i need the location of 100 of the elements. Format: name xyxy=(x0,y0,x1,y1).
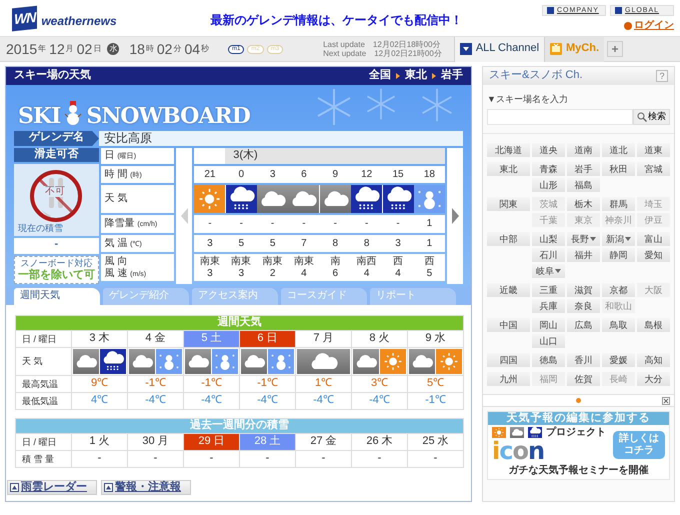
row-label: 日 / 曜日 xyxy=(16,433,72,450)
temperature-value: 3 xyxy=(207,238,213,250)
area-button[interactable]: 静岡 xyxy=(602,248,635,262)
breadcrumb-link[interactable]: 東北 xyxy=(405,69,427,83)
area-button[interactable]: 岡山 xyxy=(532,318,565,332)
wind-direction: 西 xyxy=(424,256,434,268)
sign-text: 不可 xyxy=(44,186,66,197)
area-button[interactable]: 島根 xyxy=(636,318,670,332)
max-temperature: 3℃ xyxy=(352,375,408,392)
region-button[interactable]: 九州 xyxy=(487,372,530,386)
area-button[interactable]: 道東 xyxy=(636,142,670,157)
max-temperature: -1℃ xyxy=(240,375,296,392)
area-button[interactable]: 京都 xyxy=(602,282,635,297)
area-button[interactable]: 鳥取 xyxy=(602,318,635,332)
logo-mark[interactable]: WN xyxy=(12,5,38,31)
breadcrumb-link[interactable]: 岩手 xyxy=(441,69,463,83)
date-cell: 28 土 xyxy=(240,433,296,450)
snowfall-value: - xyxy=(240,218,243,230)
snowfall-value: - xyxy=(270,218,274,230)
bottom-link[interactable]: 雨雲レーダー xyxy=(7,480,97,495)
temperature-value: 5 xyxy=(270,238,276,250)
area-button[interactable]: 香川 xyxy=(566,352,600,367)
area-button[interactable]: 栃木 xyxy=(566,196,600,211)
area-button[interactable]: 道北 xyxy=(602,142,635,157)
region-button[interactable]: 関東 xyxy=(487,196,530,211)
square-icon xyxy=(547,6,554,14)
area-button[interactable]: 愛知 xyxy=(636,248,670,262)
min-temperature: -4℃ xyxy=(352,392,408,410)
add-button[interactable]: + xyxy=(607,41,624,57)
area-button[interactable]: 山梨 xyxy=(532,232,565,246)
hour-label: 9 xyxy=(332,168,338,180)
search-button[interactable]: 検索 xyxy=(633,108,670,125)
ad-banner[interactable]: 天気予報の編集に参加する プロジェクト icon 詳しくは コチラ ガチな天気予報セミナーを開催 xyxy=(487,410,670,480)
region-button[interactable]: 東北 xyxy=(487,162,530,176)
area-button[interactable]: 大分 xyxy=(636,372,670,386)
area-button[interactable]: 奈良 xyxy=(566,298,600,313)
wind-direction: 西 xyxy=(393,256,404,268)
tab[interactable]: 週間天気 xyxy=(14,288,100,305)
snowman-icon xyxy=(212,348,238,374)
triangle-up-icon xyxy=(104,482,113,492)
area-button[interactable]: 秋田 xyxy=(602,162,635,176)
area-button[interactable]: 岐阜 xyxy=(532,264,565,278)
region-button[interactable]: 北海道 xyxy=(487,142,530,157)
area-button[interactable]: 岩手 xyxy=(566,162,600,176)
area-button[interactable]: 滋賀 xyxy=(566,282,600,297)
area-button[interactable]: 山形 xyxy=(532,178,565,192)
snowboard-label: スノーボード対応 xyxy=(19,258,94,268)
next-arrow[interactable] xyxy=(452,208,459,224)
area-button[interactable]: 道央 xyxy=(532,142,565,157)
cloud-icon xyxy=(257,185,288,213)
region-button[interactable]: 中部 xyxy=(487,232,530,246)
area-button[interactable]: 石川 xyxy=(532,248,565,262)
area-button[interactable]: 道南 xyxy=(566,142,600,157)
area-button[interactable]: 長野 xyxy=(566,232,600,246)
cloud-icon xyxy=(73,348,99,374)
wind-speed: 2 xyxy=(270,268,276,280)
area-button[interactable]: 新潟 xyxy=(602,232,635,246)
hour-label: 12 xyxy=(361,168,372,180)
bottom-link[interactable]: 警報・注意報 xyxy=(101,480,191,495)
date-cell: 1 火 xyxy=(72,433,128,450)
area-button[interactable]: 兵庫 xyxy=(532,298,565,313)
area-button[interactable]: 富山 xyxy=(636,232,670,246)
snow-cloud-icon xyxy=(528,427,542,438)
panel-title: スキー場の天気 xyxy=(14,69,91,83)
area-button[interactable]: 宮城 xyxy=(636,162,670,176)
area-button[interactable]: 山口 xyxy=(532,334,565,348)
cloud-icon xyxy=(409,348,435,374)
breadcrumb-link[interactable]: 全国 xyxy=(369,69,391,83)
date-number: 02 xyxy=(76,40,92,58)
snow-amount: - xyxy=(128,450,184,468)
area-button[interactable]: 福井 xyxy=(566,248,600,262)
login-link[interactable]: ログイン xyxy=(624,20,674,32)
hour-label: 15 xyxy=(392,168,404,180)
weekday-badge: 水 xyxy=(107,43,120,55)
area-button[interactable]: 愛媛 xyxy=(602,352,635,367)
page-dot[interactable] xyxy=(576,398,581,403)
area-button[interactable]: 徳島 xyxy=(532,352,565,367)
region-button[interactable]: 中国 xyxy=(487,318,530,332)
area-button[interactable]: 福島 xyxy=(566,178,600,192)
temperature-value: 1 xyxy=(426,238,432,250)
region-button[interactable]: 近畿 xyxy=(487,282,530,297)
snowboard-status: 一部を除いて可 xyxy=(16,268,96,282)
area-button[interactable]: 広島 xyxy=(566,318,600,332)
date-number: 02 xyxy=(156,40,172,58)
row-label: 積 雪 量 xyxy=(16,450,72,468)
search-field[interactable] xyxy=(487,108,633,125)
date-cell: 7 月 xyxy=(296,330,352,348)
date-cell: 27 金 xyxy=(296,433,352,450)
logo-text[interactable]: weathernews xyxy=(41,14,117,28)
snow-amount: - xyxy=(296,450,352,468)
snowflake-icon xyxy=(364,87,398,121)
area-button[interactable]: 三重 xyxy=(532,282,565,297)
area-button[interactable]: 佐賀 xyxy=(566,372,600,386)
region-button[interactable]: 四国 xyxy=(487,352,530,367)
area-button[interactable]: 青森 xyxy=(532,162,565,176)
date-cell: 3 木 xyxy=(72,330,128,348)
area-button[interactable]: 群馬 xyxy=(602,196,635,211)
min-temperature: -4℃ xyxy=(184,392,240,410)
area-button[interactable]: 高知 xyxy=(636,352,670,367)
channel-tab[interactable]: ALL Channel xyxy=(454,36,544,62)
